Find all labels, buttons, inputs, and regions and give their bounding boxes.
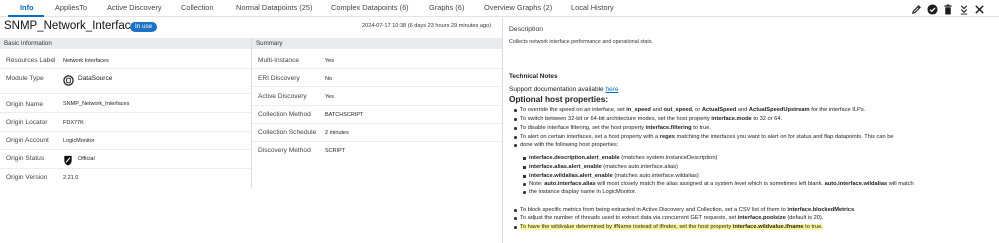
sub-list-item: interface.alias.alert_enable (matches au…	[523, 164, 678, 170]
technical-notes-heading: Technical Notes	[509, 73, 558, 80]
list-item-highlighted: To have the wildvalue determined by ifNa…	[514, 224, 823, 230]
divider	[0, 168, 251, 169]
origin-version-label: Origin Version	[6, 174, 48, 181]
check-circle-icon[interactable]	[926, 3, 938, 15]
resources-label-value: Network Interfaces	[63, 58, 109, 64]
eri-discovery-value: No	[325, 76, 333, 82]
column-divider	[251, 38, 252, 188]
trash-icon[interactable]	[942, 3, 954, 15]
datasource-icon	[63, 73, 74, 86]
sub-list-item: interface.description.alert_enable (matc…	[522, 155, 718, 161]
status-badge: In use	[130, 22, 158, 32]
divider	[0, 149, 251, 150]
divider	[252, 123, 502, 124]
list-item: To alert on certain interfaces, set a ho…	[514, 134, 894, 140]
close-icon[interactable]	[973, 3, 985, 15]
description-panel: Description Collects network interface p…	[503, 17, 999, 243]
edit-icon[interactable]	[910, 3, 922, 15]
origin-locator-value: FDX77K	[63, 120, 84, 126]
last-updated-timestamp: 2024-07-17 10:38 (6 days 23 hours 29 min…	[362, 23, 492, 29]
support-text: Support documentation available	[509, 86, 606, 93]
divider	[0, 131, 251, 132]
active-discovery-value: Yes	[325, 94, 334, 100]
sub-list-item: interface.wildalias.alert_enable (matche…	[523, 173, 699, 179]
origin-name-value: SNMP_Network_Interfaces	[63, 101, 130, 107]
note-text-continuation: the instance display name in LogicMonito…	[522, 189, 637, 195]
support-link[interactable]: here	[605, 86, 618, 93]
divider	[0, 68, 251, 69]
divider	[252, 68, 502, 69]
discovery-method-label: Discovery Method	[258, 147, 311, 154]
origin-name-label: Origin Name	[6, 101, 44, 108]
origin-version-value: 2.21.0	[63, 175, 79, 181]
divider	[0, 112, 251, 113]
discovery-method-value: SCRIPT	[325, 148, 346, 154]
origin-locator-label: Origin Locator	[6, 119, 48, 126]
tab-collection[interactable]: Collection	[181, 3, 213, 12]
page-title: SNMP_Network_Interfaces	[4, 20, 143, 32]
collection-schedule-label: Collection Schedule	[258, 129, 317, 136]
tab-bar: Info AppliesTo Active Discovery Collecti…	[0, 0, 999, 17]
tab-active-discovery[interactable]: Active Discovery	[107, 3, 162, 12]
module-header: SNMP_Network_Interfaces In use 2024-07-1…	[0, 17, 502, 37]
tab-appliesto[interactable]: AppliesTo	[55, 3, 87, 12]
summary-heading: Summary	[252, 38, 502, 49]
tab-info[interactable]: Info	[20, 3, 34, 12]
note-text: Note: auto.interface.alias will most clo…	[523, 181, 914, 187]
support-documentation: Support documentation available here	[509, 86, 619, 93]
multi-instance-value: Yes	[325, 58, 334, 64]
resources-label-label: Resources Label	[6, 57, 56, 64]
collapse-icon[interactable]	[958, 3, 970, 15]
list-item: To adjust the number of threads used to …	[513, 215, 824, 221]
list-item: To disable interface filtering, set the …	[514, 125, 711, 131]
origin-account-label: Origin Account	[6, 137, 49, 144]
tab-local-history[interactable]: Local History	[571, 3, 614, 12]
list-item-continuation: done with the following host properties:	[513, 142, 619, 148]
active-discovery-label: Active Discovery	[258, 93, 307, 100]
multi-instance-label: Multi-Instance	[258, 57, 300, 64]
optional-properties-heading: Optional host properties:	[509, 94, 609, 104]
tab-graphs[interactable]: Graphs (6)	[429, 3, 464, 12]
module-type-label: Module Type	[6, 75, 44, 82]
origin-account-value: LogicMonitor	[63, 138, 95, 144]
module-type-value: DataSource	[78, 75, 113, 82]
divider	[252, 141, 502, 142]
collection-schedule-value: 2 minutes	[325, 130, 349, 136]
tab-complex-datapoints[interactable]: Complex Datapoints (6)	[331, 3, 409, 12]
origin-status-label: Origin Status	[6, 155, 45, 162]
tab-normal-datapoints[interactable]: Normal Datapoints (25)	[236, 3, 312, 12]
list-item: To block specific metrics from being ext…	[514, 207, 856, 213]
divider	[252, 86, 502, 87]
eri-discovery-label: ERI Discovery	[258, 75, 300, 82]
tab-overview-graphs[interactable]: Overview Graphs (2)	[484, 3, 552, 12]
basic-information-heading: Basic Information	[0, 38, 251, 49]
description-text: Collects network interface performance a…	[509, 39, 653, 45]
official-shield-icon	[63, 153, 73, 166]
origin-status-value: Official	[78, 156, 95, 162]
divider	[0, 93, 251, 94]
collection-method-value: BATCHSCRIPT	[325, 112, 364, 118]
collection-method-label: Collection Method	[258, 111, 311, 118]
description-heading: Description	[509, 26, 543, 33]
divider	[252, 105, 502, 106]
list-item: To override the speed on an interface, s…	[513, 107, 866, 113]
list-item: To switch between 32-bit or 64-bit archi…	[513, 116, 783, 122]
